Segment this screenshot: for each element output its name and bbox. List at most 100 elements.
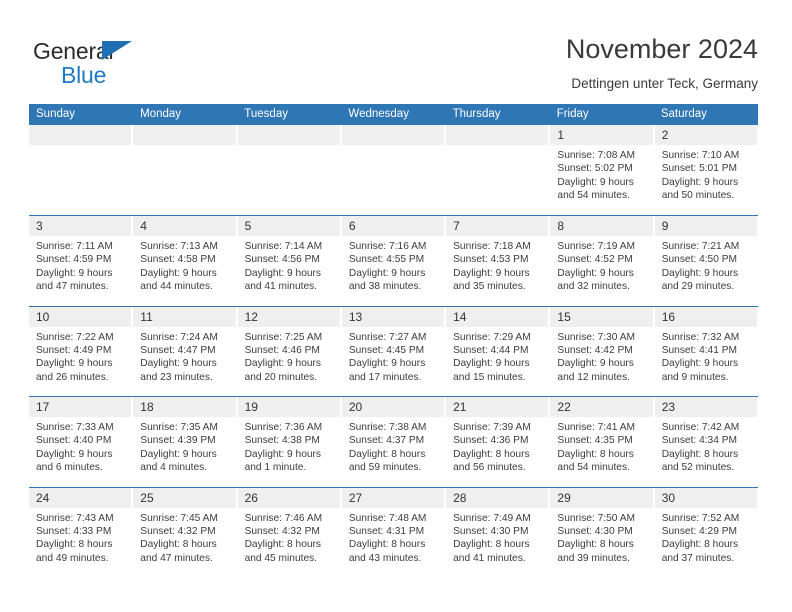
day-cell-28[interactable]: 28 Sunrise: 7:49 AM Sunset: 4:30 PM Dayligh… [446,487,551,577]
day-sun-info: Sunrise: 7:49 AM Sunset: 4:30 PM Daylight:… [446,508,549,566]
day-info-line: Sunrise: 7:52 AM [661,512,740,524]
day-number: 17 [36,400,50,414]
day-cell-29[interactable]: 29 Sunrise: 7:50 AM Sunset: 4:30 PM Dayligh… [550,487,655,577]
day-info-line: Daylight: 9 hours [557,176,634,188]
day-info-line: Sunset: 4:30 PM [453,525,529,537]
day-cell-empty [446,125,551,215]
day-info-line: Daylight: 8 hours [661,539,739,551]
day-cell-12[interactable]: 12 Sunrise: 7:25 AM Sunset: 4:46 PM Dayligh… [237,306,342,396]
day-cell-22[interactable]: 22 Sunrise: 7:41 AM Sunset: 4:35 PM Dayligh… [550,397,655,487]
day-info-line: Sunset: 4:31 PM [348,525,425,537]
day-sun-info: Sunrise: 7:27 AM Sunset: 4:45 PM Daylight:… [342,327,445,385]
day-cell-20[interactable]: 20 Sunrise: 7:38 AM Sunset: 4:37 PM Dayligh… [341,397,447,487]
day-cell-9[interactable]: 9 Sunrise: 7:21 AM Sunset: 4:50 PM Daylight… [654,216,758,306]
day-number-band: 17 [29,397,133,417]
day-info-line: Daylight: 9 hours [36,448,113,460]
day-info-line: Sunrise: 7:36 AM [244,422,323,433]
day-number: 5 [244,219,252,233]
day-cell-16[interactable]: 16 Sunrise: 7:32 AM Sunset: 4:41 PM Dayligh… [654,306,758,396]
day-info-line: Daylight: 9 hours [140,358,217,370]
day-info-line: Sunrise: 7:49 AM [453,512,531,524]
day-cell-6[interactable]: 6 Sunrise: 7:16 AM Sunset: 4:55 PM Daylight… [341,216,447,306]
day-cell-3[interactable]: 3 Sunrise: 7:11 AM Sunset: 4:59 PM Daylight… [29,216,134,306]
day-sun-info: Sunrise: 7:24 AM Sunset: 4:47 PM Daylight:… [133,327,236,385]
day-info-line: Sunset: 4:42 PM [557,344,633,356]
day-info-line: and 44 minutes. [140,281,213,293]
day-info-line: Sunset: 4:55 PM [348,254,425,266]
day-number-band: 10 [29,306,133,327]
calendar-week-row: 17 Sunrise: 7:33 AM Sunset: 4:40 PM Dayligh… [29,396,758,487]
day-number: 4 [140,219,147,233]
day-info-line: Sunrise: 7:39 AM [453,422,531,433]
day-cell-19[interactable]: 19 Sunrise: 7:36 AM Sunset: 4:38 PM Dayligh… [237,397,342,487]
day-info-line: Daylight: 8 hours [348,448,426,460]
day-cell-30[interactable]: 30 Sunrise: 7:52 AM Sunset: 4:29 PM Dayligh… [654,487,758,577]
day-sun-info: Sunrise: 7:18 AM Sunset: 4:53 PM Daylight:… [446,236,549,294]
day-number-band: 7 [446,216,550,236]
day-info-line: Sunset: 4:40 PM [36,435,112,447]
day-cell-26[interactable]: 26 Sunrise: 7:46 AM Sunset: 4:32 PM Dayligh… [237,487,342,577]
day-info-line: and 1 minute. [244,462,307,474]
day-info-line: Sunset: 4:32 PM [244,525,320,537]
day-cell-21[interactable]: 21 Sunrise: 7:39 AM Sunset: 4:36 PM Dayligh… [446,397,551,487]
day-number-band: 8 [550,216,654,236]
day-info-line: Sunset: 4:56 PM [244,254,320,266]
day-info-line: and 49 minutes. [36,552,109,564]
day-cell-1[interactable]: 1 Sunrise: 7:08 AM Sunset: 5:02 PM Daylight… [550,125,655,215]
day-sun-info: Sunrise: 7:10 AM Sunset: 5:01 PM Daylight:… [655,145,758,203]
day-cell-5[interactable]: 5 Sunrise: 7:14 AM Sunset: 4:56 PM Daylight… [237,216,342,306]
day-cell-11[interactable]: 11 Sunrise: 7:24 AM Sunset: 4:47 PM Dayligh… [133,306,238,396]
day-info-line: Sunrise: 7:43 AM [36,512,114,524]
day-sun-info: Sunrise: 7:42 AM Sunset: 4:34 PM Daylight:… [655,417,758,475]
day-info-line: Daylight: 9 hours [453,358,530,370]
day-number: 14 [453,309,467,324]
day-sun-info: Sunrise: 7:43 AM Sunset: 4:33 PM Daylight:… [29,508,132,566]
day-info-line: and 38 minutes. [348,281,422,293]
day-cell-8[interactable]: 8 Sunrise: 7:19 AM Sunset: 4:52 PM Daylight… [550,216,655,306]
day-sun-info: Sunrise: 7:29 AM Sunset: 4:44 PM Daylight:… [446,327,549,385]
day-number-band: 6 [341,216,446,236]
day-cell-14[interactable]: 14 Sunrise: 7:29 AM Sunset: 4:44 PM Dayligh… [446,306,551,396]
day-number-band: 22 [550,397,654,417]
day-cell-17[interactable]: 17 Sunrise: 7:33 AM Sunset: 4:40 PM Dayligh… [29,397,134,487]
day-info-line: Daylight: 8 hours [661,448,739,460]
day-cell-24[interactable]: 24 Sunrise: 7:43 AM Sunset: 4:33 PM Dayligh… [29,487,134,577]
day-info-line: Daylight: 8 hours [453,539,530,551]
day-number: 29 [557,490,571,505]
day-cell-4[interactable]: 4 Sunrise: 7:13 AM Sunset: 4:58 PM Daylight… [133,216,238,306]
day-cell-18[interactable]: 18 Sunrise: 7:35 AM Sunset: 4:39 PM Dayligh… [133,397,238,487]
day-info-line: and 37 minutes. [661,552,735,564]
day-info-line: and 54 minutes. [557,190,630,202]
generalblue-logo[interactable]: General Blue [33,38,233,90]
day-info-line: Daylight: 9 hours [36,358,113,370]
day-sun-info [238,145,341,149]
day-number-band: 19 [237,397,341,417]
day-info-line: Sunrise: 7:41 AM [557,422,635,433]
day-info-line: Sunrise: 7:21 AM [661,241,740,252]
day-number-band: 20 [341,397,446,417]
day-cell-2[interactable]: 2 Sunrise: 7:10 AM Sunset: 5:01 PM Daylight… [654,125,758,215]
day-number: 21 [453,400,467,414]
day-cell-10[interactable]: 10 Sunrise: 7:22 AM Sunset: 4:49 PM Dayligh… [29,306,134,396]
day-cell-15[interactable]: 15 Sunrise: 7:30 AM Sunset: 4:42 PM Dayligh… [550,306,655,396]
day-number-band: 24 [29,487,133,508]
day-cell-23[interactable]: 23 Sunrise: 7:42 AM Sunset: 4:34 PM Dayligh… [654,397,758,487]
day-info-line: Sunrise: 7:18 AM [453,241,531,252]
day-info-line: Sunrise: 7:16 AM [348,241,427,252]
day-info-line: Daylight: 9 hours [661,267,739,279]
day-cell-27[interactable]: 27 Sunrise: 7:48 AM Sunset: 4:31 PM Dayligh… [341,487,447,577]
day-info-line: Sunset: 4:49 PM [36,344,112,356]
calendar-body: 1 Sunrise: 7:08 AM Sunset: 5:02 PM Daylight… [29,125,758,577]
day-cell-13[interactable]: 13 Sunrise: 7:27 AM Sunset: 4:45 PM Dayligh… [341,306,447,396]
day-sun-info [133,145,236,149]
day-cell-7[interactable]: 7 Sunrise: 7:18 AM Sunset: 4:53 PM Daylight… [446,216,551,306]
day-cell-25[interactable]: 25 Sunrise: 7:45 AM Sunset: 4:32 PM Dayligh… [133,487,238,577]
day-info-line: Sunset: 4:53 PM [453,254,529,266]
day-number: 11 [140,309,153,324]
day-sun-info [29,145,132,149]
day-info-line: and 52 minutes. [661,462,735,474]
day-info-line: and 41 minutes. [244,281,318,293]
day-info-line: Sunset: 4:45 PM [348,344,425,356]
day-info-line: Daylight: 8 hours [348,539,426,551]
day-info-line: Sunset: 4:39 PM [140,435,216,447]
